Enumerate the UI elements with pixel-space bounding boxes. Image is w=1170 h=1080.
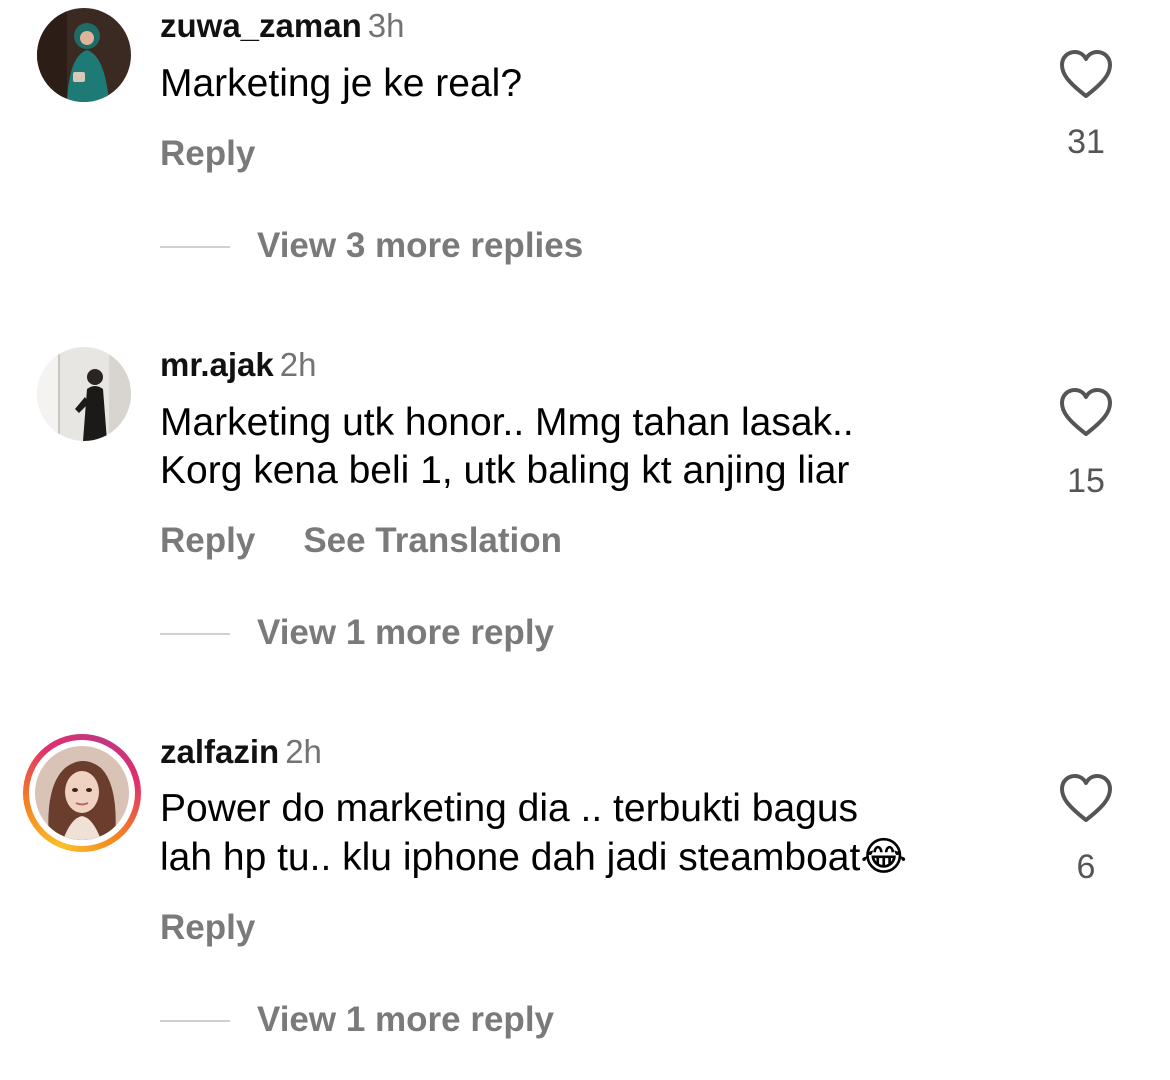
comment-actions: Reply xyxy=(160,134,303,174)
ring-gap xyxy=(29,740,135,846)
comment-line: Korg kena beli 1, utk baling kt anjing l… xyxy=(160,449,850,492)
reply-button[interactable]: Reply xyxy=(160,521,255,560)
like-count: 15 xyxy=(1067,462,1105,500)
view-replies-label: View 1 more reply xyxy=(257,1000,555,1039)
timestamp: 2h xyxy=(279,346,317,383)
comment-header: zalfazin 2h xyxy=(160,732,322,772)
divider xyxy=(160,633,230,635)
view-replies-label: View 1 more reply xyxy=(257,613,555,652)
username[interactable]: mr.ajak xyxy=(160,346,274,383)
comment-line: lah hp tu.. klu iphone dah jadi steamboa… xyxy=(160,836,861,879)
timestamp: 2h xyxy=(285,733,322,770)
avatar-image xyxy=(35,746,129,840)
username[interactable]: zalfazin xyxy=(160,733,279,770)
timestamp: 3h xyxy=(367,7,405,44)
avatar[interactable] xyxy=(37,8,131,102)
heart-icon[interactable] xyxy=(1058,48,1114,100)
reply-button[interactable]: Reply xyxy=(160,908,255,947)
divider xyxy=(160,246,230,248)
avatar-image xyxy=(37,8,131,102)
username[interactable]: zuwa_zaman xyxy=(160,7,362,44)
avatar xyxy=(35,746,129,840)
comment-text: Marketing utk honor.. Mmg tahan lasak.. … xyxy=(160,399,854,495)
comment-actions: Reply xyxy=(160,908,303,948)
heart-icon[interactable] xyxy=(1058,772,1114,824)
comment-line: Power do marketing dia .. terbukti bagus xyxy=(160,787,859,830)
comment-header: zuwa_zaman 3h xyxy=(160,6,404,46)
avatar-image xyxy=(37,347,131,441)
comment-line: Marketing je ke real? xyxy=(160,62,523,105)
reply-button[interactable]: Reply xyxy=(160,134,255,173)
avatar-story-ring[interactable] xyxy=(23,734,141,852)
laughing-emoji: 😂 xyxy=(860,835,908,879)
comment-line-with-emoji: lah hp tu.. klu iphone dah jadi steamboa… xyxy=(160,833,907,882)
avatar[interactable] xyxy=(37,347,131,441)
view-replies-label: View 3 more replies xyxy=(257,226,584,265)
see-translation-button[interactable]: See Translation xyxy=(303,521,562,560)
like-count: 31 xyxy=(1067,123,1105,161)
comment-text: Power do marketing dia .. terbukti bagus… xyxy=(160,785,907,882)
divider xyxy=(160,1020,230,1022)
comment-header: mr.ajak 2h xyxy=(160,345,316,385)
heart-icon[interactable] xyxy=(1058,386,1114,438)
comment-line: Marketing utk honor.. Mmg tahan lasak.. xyxy=(160,401,854,444)
comment-text: Marketing je ke real? xyxy=(160,60,522,108)
like-count: 6 xyxy=(1076,848,1096,886)
comment-actions: Reply See Translation xyxy=(160,521,610,561)
